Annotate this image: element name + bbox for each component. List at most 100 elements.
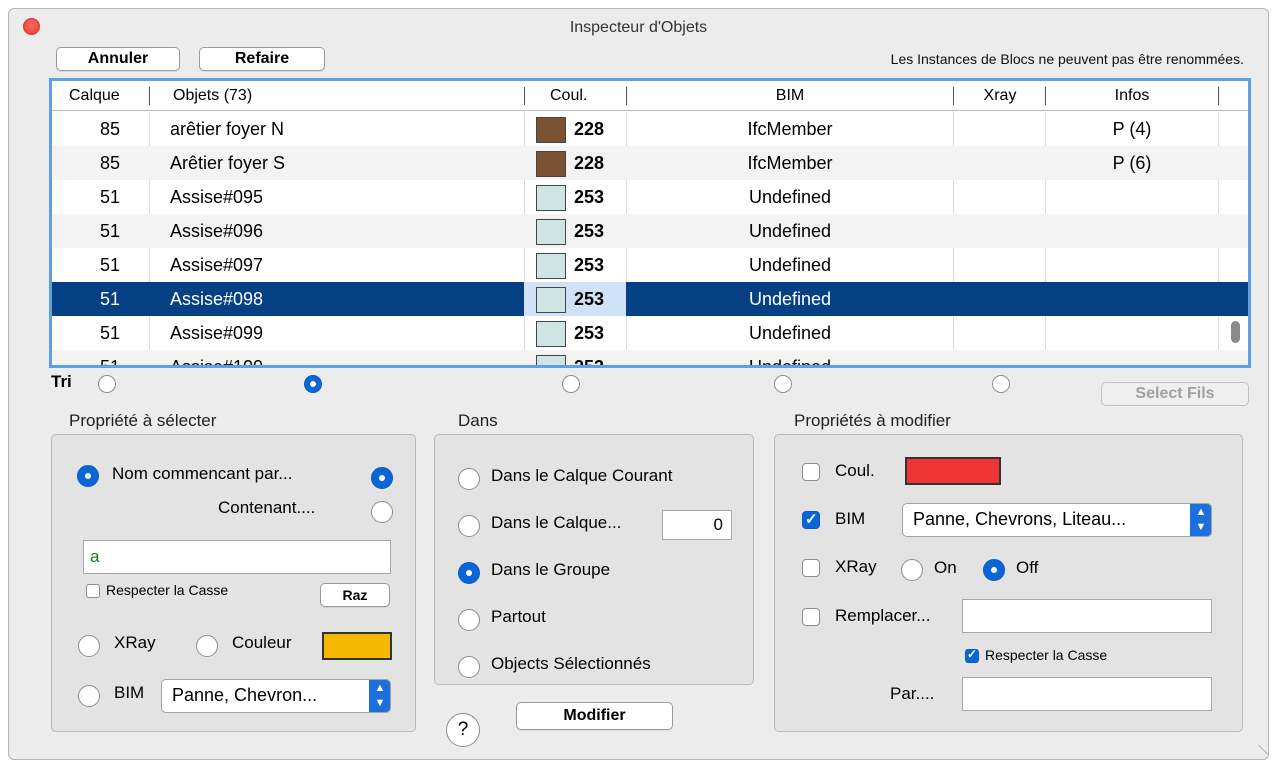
cell-xray xyxy=(954,214,1046,248)
contenant-label: Contenant.... xyxy=(218,498,316,517)
cell-objet: Assise#095 xyxy=(170,187,264,207)
nom-commencant-label: Nom commencant par... xyxy=(112,464,293,483)
column-header-coul[interactable]: Coul. xyxy=(550,81,587,110)
couleur-radio[interactable] xyxy=(196,635,218,657)
table-row[interactable]: 85 Arêtier foyer S 228 IfcMember P (6) xyxy=(52,146,1248,180)
table-row[interactable]: 85 arêtier foyer N 228 IfcMember P (4) xyxy=(52,112,1248,146)
cell-coul: 228 xyxy=(524,112,626,146)
contenant-radio[interactable] xyxy=(371,501,393,523)
table-row[interactable]: 51 Assise#099 253 Undefined xyxy=(52,316,1248,350)
select-fils-button[interactable]: Select Fils xyxy=(1101,382,1249,406)
resize-grip-icon[interactable] xyxy=(1249,745,1268,755)
cell-objet: Assise#097 xyxy=(170,255,264,275)
coul-checkbox[interactable] xyxy=(802,463,820,481)
modifier-button[interactable]: Modifier xyxy=(516,702,673,730)
dans-groupe-radio[interactable] xyxy=(458,562,480,584)
column-header-bim[interactable]: BIM xyxy=(627,81,953,110)
table-row[interactable]: 51 Assise#098 253 Undefined xyxy=(52,282,1248,316)
cell-bim: IfcMember xyxy=(747,153,833,173)
table-row[interactable]: 51 Assise#097 253 Undefined xyxy=(52,248,1248,282)
column-divider xyxy=(149,87,150,105)
column-header-objets[interactable]: Objets (73) xyxy=(173,81,252,110)
bim-modify-label: BIM xyxy=(835,509,866,528)
color-swatch xyxy=(536,185,566,211)
bim-select[interactable]: Panne, Chevron... ▲ ▼ xyxy=(161,679,391,713)
rename-notice: Les Instances de Blocs ne peuvent pas êt… xyxy=(890,51,1244,67)
table-row[interactable]: 51 Assise#095 253 Undefined xyxy=(52,180,1248,214)
objects-selectionnes-radio[interactable] xyxy=(458,656,480,678)
bim-select-value: Panne, Chevron... xyxy=(172,685,318,705)
cell-coul-number: 228 xyxy=(574,119,605,139)
table-row[interactable]: 51 Assise#100 253 Undefined xyxy=(52,350,1248,368)
sort-radio-objets[interactable] xyxy=(304,375,322,393)
partout-radio[interactable] xyxy=(458,609,480,631)
sort-label: Tri xyxy=(51,372,72,391)
xray-label: XRay xyxy=(114,633,156,652)
color-swatch xyxy=(536,355,566,365)
column-header-calque[interactable]: Calque xyxy=(69,81,120,110)
title-bar[interactable]: Inspecteur d'Objets xyxy=(9,9,1268,43)
cell-infos: P (6) xyxy=(1112,153,1152,173)
cancel-button[interactable]: Annuler xyxy=(56,47,180,71)
color-swatch xyxy=(536,287,566,313)
cell-xray xyxy=(954,282,1046,316)
dans-calque-radio[interactable] xyxy=(458,515,480,537)
respecter-casse-checkbox[interactable] xyxy=(86,584,100,598)
raz-button[interactable]: Raz xyxy=(320,583,390,607)
cell-calque: 51 xyxy=(99,221,120,241)
color-swatch xyxy=(536,253,566,279)
propriete-group: Nom commencant par... Contenant.... a Re… xyxy=(51,434,416,732)
cell-coul: 253 xyxy=(524,180,626,214)
cell-bim: IfcMember xyxy=(747,119,833,139)
remplacer-checkbox[interactable] xyxy=(802,608,820,626)
color-swatch xyxy=(536,117,566,143)
search-input[interactable]: a xyxy=(83,540,391,574)
table-row[interactable]: 51 Assise#096 253 Undefined xyxy=(52,214,1248,248)
cell-calque: 85 xyxy=(99,153,120,173)
xray-on-radio[interactable] xyxy=(901,559,923,581)
cell-coul: 253 xyxy=(524,248,626,282)
redo-button[interactable]: Refaire xyxy=(199,47,325,71)
column-header-xray[interactable]: Xray xyxy=(954,81,1046,110)
nom-commencant-radio[interactable] xyxy=(77,465,99,487)
column-header-infos[interactable]: Infos xyxy=(1047,81,1217,110)
par-input[interactable] xyxy=(962,677,1212,711)
objects-table[interactable]: Calque Objets (73) Coul. BIM Xray Infos … xyxy=(49,78,1251,368)
xray-modify-checkbox[interactable] xyxy=(802,559,820,577)
cell-coul-number: 253 xyxy=(574,357,605,368)
bim-modify-select[interactable]: Panne, Chevrons, Liteau... ▲ ▼ xyxy=(902,503,1212,537)
cell-bim: Undefined xyxy=(748,323,832,343)
nom-commencant-radio-right[interactable] xyxy=(371,467,393,489)
help-icon[interactable]: ? xyxy=(446,713,480,747)
dans-group: Dans le Calque Courant Dans le Calque...… xyxy=(434,434,754,685)
bim-radio[interactable] xyxy=(78,685,100,707)
window-title: Inspecteur d'Objets xyxy=(569,19,708,36)
coul-color-well[interactable] xyxy=(905,457,1001,485)
sort-radio-coul[interactable] xyxy=(562,375,580,393)
couleur-color-well[interactable] xyxy=(322,632,392,660)
calque-number-input[interactable]: 0 xyxy=(662,510,732,540)
xray-off-radio[interactable] xyxy=(983,559,1005,581)
cell-xray xyxy=(954,146,1046,180)
table-scrollbar[interactable] xyxy=(1231,321,1240,343)
cell-objet: Arêtier foyer S xyxy=(170,153,286,173)
sort-radio-bim[interactable] xyxy=(774,375,792,393)
dans-calque-courant-radio[interactable] xyxy=(458,468,480,490)
cell-bim: Undefined xyxy=(748,289,832,309)
sort-radio-xray[interactable] xyxy=(992,375,1010,393)
cell-calque: 85 xyxy=(99,119,120,139)
partout-label: Partout xyxy=(491,607,546,626)
sort-radio-calque[interactable] xyxy=(98,375,116,393)
xray-on-label: On xyxy=(934,558,957,577)
remplacer-respecter-casse-label: Respecter la Casse xyxy=(985,647,1108,663)
bim-checkbox[interactable] xyxy=(802,510,820,529)
column-divider xyxy=(524,87,525,105)
cell-xray xyxy=(954,316,1046,350)
cell-coul: 253 xyxy=(524,214,626,248)
remplacer-respecter-casse-checkbox[interactable] xyxy=(965,647,979,663)
remplacer-input[interactable] xyxy=(962,599,1212,633)
xray-radio[interactable] xyxy=(78,635,100,657)
proprietes-modifier-group: Coul. BIM Panne, Chevrons, Liteau... ▲▼ … xyxy=(774,434,1243,732)
column-divider xyxy=(1218,87,1219,105)
cell-calque: 51 xyxy=(99,357,120,368)
